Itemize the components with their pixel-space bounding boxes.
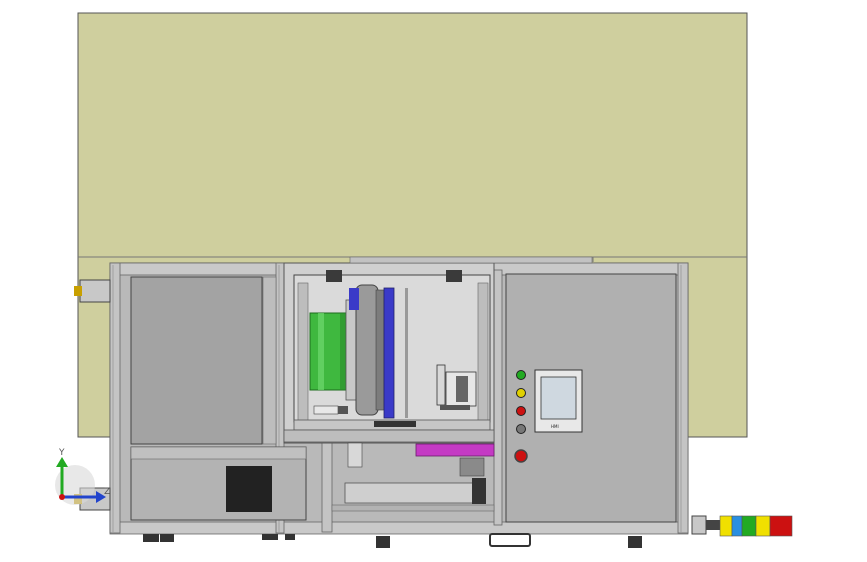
lower-bracket <box>313 405 348 415</box>
control-panel <box>505 273 677 523</box>
yellow-indicator-light <box>516 388 526 398</box>
green-motor <box>309 312 351 391</box>
red-indicator-light <box>516 406 526 416</box>
hmi-label: HMI <box>551 424 559 429</box>
left-door-panel <box>130 276 277 445</box>
lower-left-cabinet <box>130 446 307 521</box>
signal-tower <box>691 515 793 537</box>
machine-feet <box>143 533 642 548</box>
gripper-mechanism <box>436 364 477 410</box>
y-axis-label: Y <box>58 448 65 458</box>
grey-selector-switch <box>516 424 526 434</box>
z-axis-label: Z <box>104 487 110 497</box>
vent-grille <box>226 466 272 512</box>
axis-triad: Y Z <box>55 448 110 505</box>
hmi-touchscreen: HMI <box>534 369 583 433</box>
cad-drawing: HMI Y Z <box>55 12 793 548</box>
emergency-stop-button <box>514 449 528 463</box>
green-indicator-light <box>516 370 526 380</box>
